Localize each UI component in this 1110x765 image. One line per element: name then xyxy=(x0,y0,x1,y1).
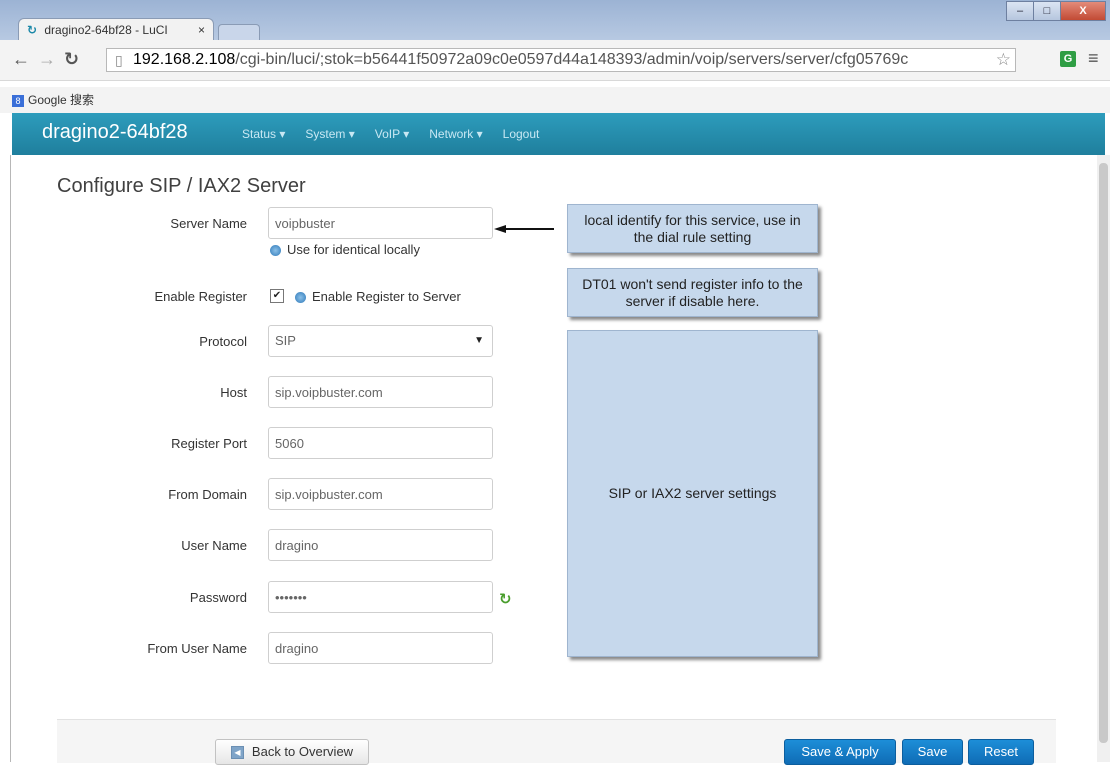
luci-favicon-icon: ↻ xyxy=(27,23,38,37)
bookmark-star-icon[interactable]: ☆ xyxy=(996,49,1011,71)
url-host: 192.168.2.108 xyxy=(133,51,236,68)
pointer-arrow-icon xyxy=(494,225,554,233)
from-domain-label: From Domain xyxy=(168,487,247,502)
tab-title: dragino2-64bf28 - LuCI xyxy=(44,23,168,37)
host-input[interactable] xyxy=(268,376,493,408)
user-name-input[interactable] xyxy=(268,529,493,561)
back-arrow-icon[interactable]: ← xyxy=(12,50,30,68)
reveal-password-icon[interactable]: ↻ xyxy=(499,590,512,608)
callout-register: DT01 won't send register info to the ser… xyxy=(567,268,818,317)
protocol-select[interactable]: SIP ▼ xyxy=(268,325,493,357)
back-icon: ◀ xyxy=(230,746,244,760)
register-port-input[interactable] xyxy=(268,427,493,459)
bookmarks-bar: 8 Google 搜索 xyxy=(0,87,1110,113)
save-apply-button[interactable]: Save & Apply xyxy=(784,739,896,765)
password-label: Password xyxy=(189,590,247,605)
server-name-input[interactable] xyxy=(268,207,493,239)
bookmark-google[interactable]: 8 Google 搜索 xyxy=(12,87,94,113)
maximize-button[interactable]: □ xyxy=(1033,1,1061,21)
nav-status[interactable]: Status ▾ xyxy=(242,127,285,141)
dropdown-arrow-icon: ▼ xyxy=(474,335,484,346)
from-user-name-input[interactable] xyxy=(268,632,493,664)
info-icon xyxy=(295,292,306,304)
browser-toolbar: ← → ↻ ▯ 192.168.2.108/cgi-bin/luci/;stok… xyxy=(0,40,1110,81)
window-controls: – □ X xyxy=(1006,1,1106,21)
tab-close-icon[interactable]: × xyxy=(198,19,205,41)
from-user-name-label: From User Name xyxy=(147,641,247,656)
protocol-value: SIP xyxy=(275,333,296,348)
browser-tab[interactable]: ↻ dragino2-64bf28 - LuCI × xyxy=(18,18,214,40)
address-bar[interactable]: ▯ 192.168.2.108/cgi-bin/luci/;stok=b5644… xyxy=(106,48,1016,72)
luci-header: dragino2-64bf28 Status ▾ System ▾ VoIP ▾… xyxy=(12,113,1105,155)
reset-button[interactable]: Reset xyxy=(968,739,1034,765)
scrollbar[interactable] xyxy=(1097,155,1110,762)
close-window-button[interactable]: X xyxy=(1060,1,1106,21)
page-icon: ▯ xyxy=(115,52,123,68)
protocol-label: Protocol xyxy=(199,334,247,349)
info-icon xyxy=(270,245,281,257)
main-nav: Status ▾ System ▾ VoIP ▾ Network ▾ Logou… xyxy=(242,127,559,141)
host-label: Host xyxy=(220,385,247,400)
enable-register-checkbox[interactable]: ✔ xyxy=(270,289,284,303)
browser-titlebar: ↻ dragino2-64bf28 - LuCI × – □ X xyxy=(0,0,1110,41)
password-input[interactable] xyxy=(268,581,493,613)
server-name-label: Server Name xyxy=(170,216,247,231)
user-name-label: User Name xyxy=(181,538,247,553)
extension-icon[interactable]: G xyxy=(1060,51,1076,67)
server-name-hint: Use for identical locally xyxy=(270,242,420,257)
nav-system[interactable]: System ▾ xyxy=(305,127,354,141)
url-path: /cgi-bin/luci/;stok=b56441f50972a09c0e05… xyxy=(235,51,909,68)
callout-settings: SIP or IAX2 server settings xyxy=(567,330,818,657)
forward-arrow-icon[interactable]: → xyxy=(38,50,56,68)
register-port-label: Register Port xyxy=(171,436,247,451)
new-tab-button[interactable] xyxy=(218,24,260,41)
nav-network[interactable]: Network ▾ xyxy=(429,127,482,141)
reload-icon[interactable]: ↻ xyxy=(64,50,79,68)
back-to-overview-button[interactable]: ◀ Back to Overview xyxy=(215,739,369,765)
server-name-hint-text: Use for identical locally xyxy=(287,242,420,257)
enable-register-hint: Enable Register to Server xyxy=(295,289,461,304)
save-button[interactable]: Save xyxy=(902,739,963,765)
enable-register-label: Enable Register xyxy=(154,289,248,304)
page-border xyxy=(10,155,11,762)
back-to-overview-label: Back to Overview xyxy=(251,744,354,759)
bookmark-label: Google 搜索 xyxy=(28,93,95,107)
scrollbar-thumb[interactable] xyxy=(1099,163,1108,743)
enable-register-hint-text: Enable Register to Server xyxy=(312,289,461,304)
google-icon: 8 xyxy=(12,94,24,107)
page-title: Configure SIP / IAX2 Server xyxy=(57,175,306,197)
minimize-button[interactable]: – xyxy=(1006,1,1034,21)
menu-icon[interactable]: ≡ xyxy=(1088,48,1099,69)
nav-voip[interactable]: VoIP ▾ xyxy=(375,127,410,141)
brand[interactable]: dragino2-64bf28 xyxy=(42,121,188,144)
nav-logout[interactable]: Logout xyxy=(503,127,540,141)
from-domain-input[interactable] xyxy=(268,478,493,510)
callout-server-name: local identify for this service, use in … xyxy=(567,204,818,253)
